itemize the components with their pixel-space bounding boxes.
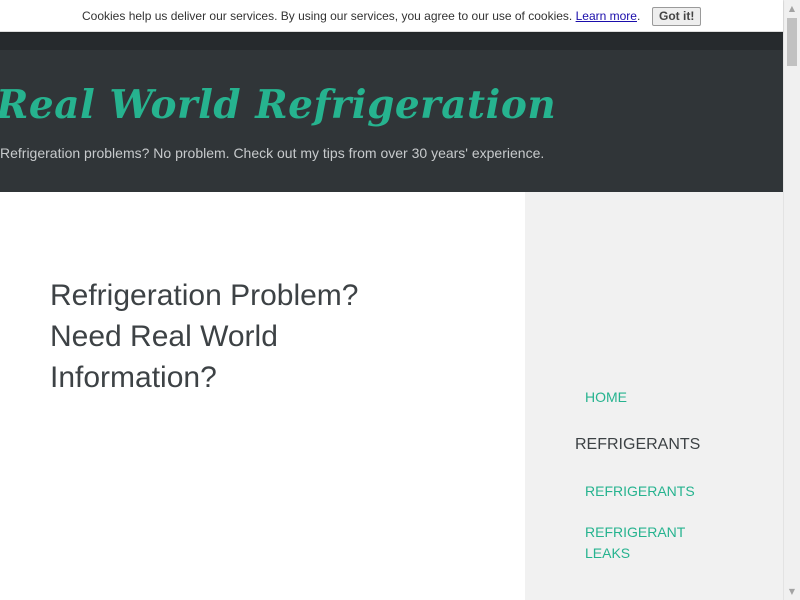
page: Cookies help us deliver our services. By… [0, 0, 800, 600]
learn-more-link[interactable]: Learn more [576, 9, 637, 23]
cookie-message: Cookies help us deliver our services. By… [82, 9, 573, 23]
scrollbar-thumb[interactable] [787, 18, 797, 66]
site-header: Real World Refrigeration Refrigeration p… [0, 50, 783, 192]
site-title[interactable]: Real World Refrigeration [0, 82, 556, 128]
sidebar-section-refrigerants[interactable]: REFRIGERANTS [575, 436, 700, 454]
sidebar: HOME REFRIGERANTS REFRIGERANTS REFRIGERA… [525, 192, 783, 600]
cookie-period: . [636, 9, 641, 23]
sidebar-item-refrigerant-leaks[interactable]: REFRIGERANT LEAKS [585, 522, 695, 564]
scroll-up-arrow-icon[interactable]: ▲ [784, 0, 800, 17]
cookie-message-line: Cookies help us deliver our services. By… [82, 9, 640, 23]
vertical-scrollbar[interactable]: ▲ ▼ [783, 0, 800, 600]
site-tagline: Refrigeration problems? No problem. Chec… [0, 145, 545, 161]
page-heading: Refrigeration Problem? Need Real World I… [50, 279, 359, 394]
got-it-button[interactable]: Got it! [652, 7, 702, 26]
sidebar-item-refrigerants[interactable]: REFRIGERANTS [585, 481, 695, 502]
sidebar-item-home[interactable]: HOME [585, 387, 627, 408]
cookie-consent-bar: Cookies help us deliver our services. By… [0, 0, 783, 32]
scroll-down-arrow-icon[interactable]: ▼ [784, 583, 800, 600]
